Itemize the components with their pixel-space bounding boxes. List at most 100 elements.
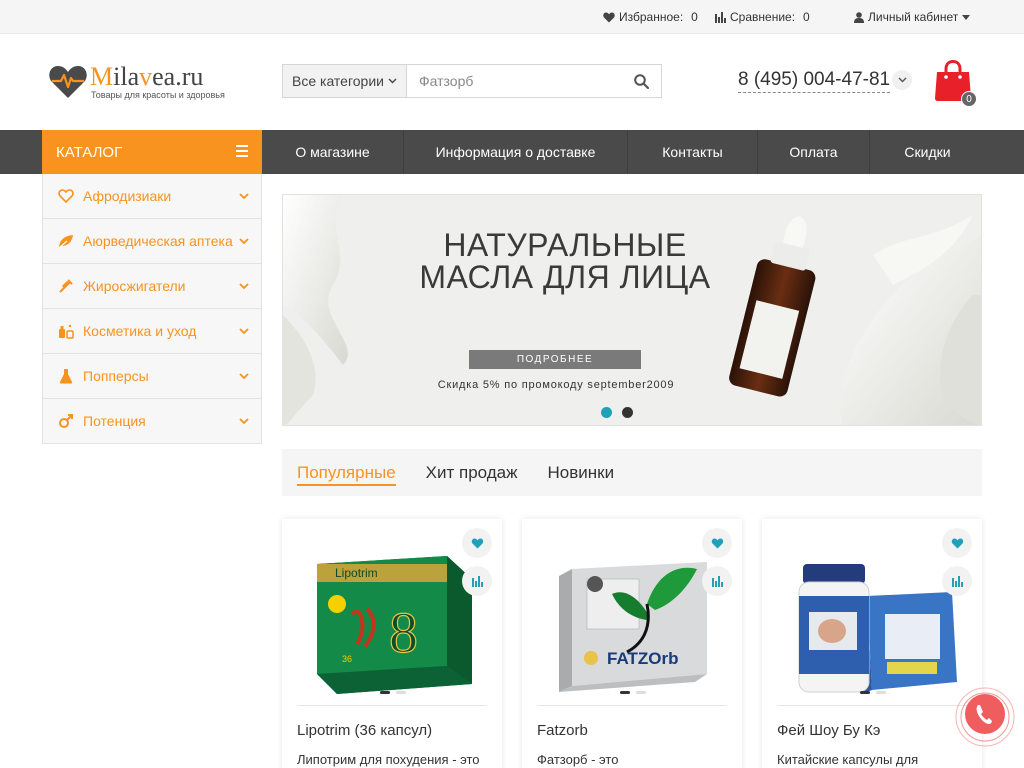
sidebar-item-poppers[interactable]: Попперсы: [43, 354, 261, 399]
cart-button[interactable]: 0: [932, 60, 978, 107]
menu-icon: [236, 145, 248, 157]
sidebar-item-cosmetics[interactable]: Косметика и уход: [43, 309, 261, 354]
svg-text:Lipotrim: Lipotrim: [335, 566, 378, 580]
slider-dot[interactable]: [860, 691, 870, 694]
account-label: Личный кабинет: [868, 10, 959, 24]
site-logo[interactable]: Milavea.ru Товары для красоты и здоровья: [48, 60, 228, 104]
compare-link[interactable]: Сравнение: 0: [715, 10, 810, 24]
image-slider-dots: [620, 691, 646, 694]
product-description: Липотрим для похудения - это: [297, 752, 480, 767]
promo-banner[interactable]: НАТУРАЛЬНЫЕ МАСЛА ДЛЯ ЛИЦА ПОДРОБНЕЕ Ски…: [282, 194, 982, 426]
callback-button[interactable]: [954, 686, 1016, 748]
user-icon: [854, 11, 864, 23]
heart-icon: [471, 538, 483, 548]
bar-chart-icon: [711, 575, 723, 587]
search-button[interactable]: [621, 65, 661, 97]
bar-chart-icon: [715, 11, 726, 23]
svg-text:8: 8: [389, 600, 418, 665]
sidebar-item-aphrodisiacs[interactable]: Афродизиаки: [43, 174, 261, 219]
heart-icon: [603, 12, 615, 22]
product-name[interactable]: Fatzorb: [537, 722, 588, 739]
compare-count: 0: [803, 10, 810, 24]
phone-icon: [955, 687, 1015, 747]
slider-dot[interactable]: [622, 407, 633, 418]
sidebar-item-label: Потенция: [83, 413, 146, 429]
flask-icon: [59, 369, 73, 384]
sidebar-item-label: Жиросжигатели: [83, 277, 186, 294]
image-slider-dots: [860, 691, 886, 694]
catalog-button[interactable]: КАТАЛОГ: [42, 130, 262, 174]
sidebar-catalog: Афродизиаки Аюрведическая аптека Жиросжи…: [42, 174, 262, 444]
favorites-label: Избранное:: [619, 10, 684, 24]
nav-link-discounts[interactable]: Скидки: [870, 130, 985, 174]
search-category-select[interactable]: Все категории: [283, 65, 407, 97]
nav-link-contacts[interactable]: Контакты: [628, 130, 758, 174]
banner-more-button[interactable]: ПОДРОБНЕЕ: [469, 350, 641, 369]
image-slider-dots: [380, 691, 406, 694]
add-to-compare-button[interactable]: [462, 566, 492, 596]
product-card[interactable]: FATZOrb Fatzorb Фатзорб - это: [522, 519, 742, 768]
sidebar-item-label: Аюрведическая аптека: [83, 232, 233, 249]
catalog-label: КАТАЛОГ: [56, 143, 123, 161]
svg-text:FATZOrb: FATZOrb: [607, 649, 678, 668]
product-tabs: Популярные Хит продаж Новинки: [282, 449, 982, 496]
favorites-link[interactable]: Избранное: 0: [603, 10, 698, 24]
tab-bestsellers[interactable]: Хит продаж: [426, 449, 518, 496]
favorites-count: 0: [691, 10, 698, 24]
sidebar-item-fat-burners[interactable]: Жиросжигатели: [43, 264, 261, 309]
chevron-down-icon: [239, 328, 249, 335]
add-to-favorites-button[interactable]: [942, 528, 972, 558]
add-to-favorites-button[interactable]: [702, 528, 732, 558]
heart-pulse-logo-icon: [49, 65, 87, 98]
account-dropdown[interactable]: Личный кабинет: [854, 10, 971, 24]
phone-dropdown-toggle[interactable]: [892, 70, 912, 90]
tab-new[interactable]: Новинки: [548, 449, 615, 496]
heart-icon: [951, 538, 963, 548]
leaf-icon: [58, 235, 73, 249]
product-card[interactable]: Lipotrim 8 36 Lipotrim (36 капсул) Липот…: [282, 519, 502, 768]
search-icon: [633, 73, 649, 89]
product-image[interactable]: Lipotrim 8 36: [297, 534, 487, 704]
product-name[interactable]: Lipotrim (36 капсул): [297, 722, 432, 739]
sidebar-item-ayurveda[interactable]: Аюрведическая аптека: [43, 219, 261, 264]
banner-slider-dots: [601, 407, 633, 418]
sidebar-item-label: Косметика и уход: [83, 322, 197, 339]
product-image[interactable]: FATZOrb: [537, 534, 727, 704]
svg-text:36: 36: [342, 654, 352, 664]
product-card[interactable]: Фей Шоу Бу Кэ Китайские капсулы для: [762, 519, 982, 768]
add-to-compare-button[interactable]: [702, 566, 732, 596]
search-bar: Все категории: [282, 64, 662, 98]
add-to-favorites-button[interactable]: [462, 528, 492, 558]
logo-text: Milavea.ru: [90, 62, 204, 91]
syringe-icon: [59, 279, 73, 293]
add-to-compare-button[interactable]: [942, 566, 972, 596]
phone-number[interactable]: 8 (495) 004-47-81: [738, 68, 891, 93]
slider-dot[interactable]: [620, 691, 630, 694]
nav-link-payment[interactable]: Оплата: [758, 130, 870, 174]
product-image[interactable]: [777, 534, 967, 704]
divider: [297, 705, 487, 706]
search-input[interactable]: [407, 65, 621, 97]
product-name[interactable]: Фей Шоу Бу Кэ: [777, 722, 880, 739]
nav-links: О магазине Информация о доставке Контакт…: [262, 130, 985, 174]
cosmetics-icon: [59, 324, 74, 339]
slider-dot[interactable]: [380, 691, 390, 694]
banner-promo-text: Скидка 5% по промокоду september2009: [437, 379, 675, 391]
chevron-down-icon: [239, 193, 249, 200]
top-bar: Избранное: 0 Сравнение: 0 Личный кабинет: [0, 0, 1024, 34]
slider-dot-active[interactable]: [601, 407, 612, 418]
nav-link-delivery[interactable]: Информация о доставке: [404, 130, 628, 174]
slider-dot[interactable]: [396, 691, 406, 694]
heart-icon: [58, 189, 74, 204]
bar-chart-icon: [951, 575, 963, 587]
main-navbar: КАТАЛОГ О магазине Информация о доставке…: [0, 130, 1024, 174]
chevron-down-icon: [898, 77, 906, 83]
sidebar-item-potency[interactable]: Потенция: [43, 399, 261, 444]
nav-link-about[interactable]: О магазине: [262, 130, 404, 174]
slider-dot[interactable]: [876, 691, 886, 694]
tab-popular[interactable]: Популярные: [297, 449, 396, 496]
chevron-down-icon: [239, 418, 249, 425]
divider: [777, 705, 967, 706]
slider-dot[interactable]: [636, 691, 646, 694]
bar-chart-icon: [471, 575, 483, 587]
